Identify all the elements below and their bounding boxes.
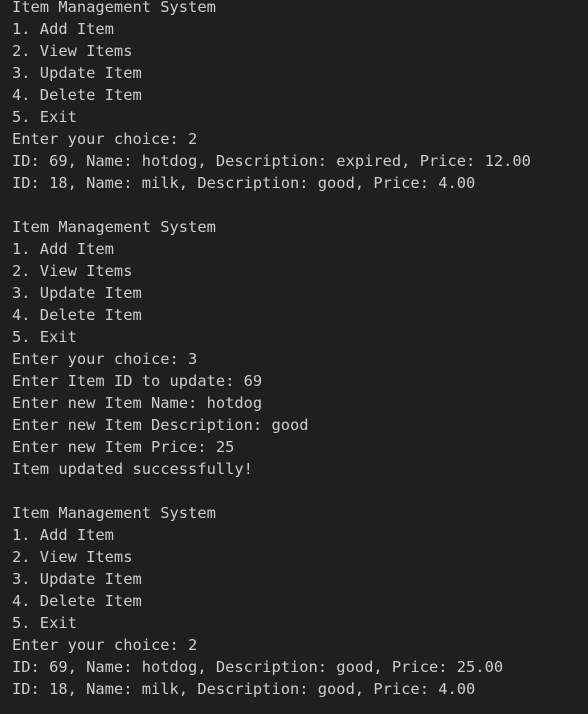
- terminal-line: 1. Add Item: [12, 20, 114, 38]
- terminal-line: Enter your choice: 2: [12, 130, 198, 148]
- terminal-line: 2. View Items: [12, 548, 133, 566]
- terminal-line: Enter new Item Description: good: [12, 416, 309, 434]
- terminal-line: 5. Exit: [12, 108, 77, 126]
- terminal-line: 3. Update Item: [12, 570, 142, 588]
- terminal-line: 3. Update Item: [12, 64, 142, 82]
- terminal-line: Enter new Item Price: 25: [12, 438, 235, 456]
- terminal-line: ID: 69, Name: hotdog, Description: expir…: [12, 152, 531, 170]
- terminal-window[interactable]: Item Management System 1. Add Item 2. Vi…: [0, 0, 588, 714]
- terminal-line: Item Management System: [12, 0, 216, 16]
- terminal-line: 3. Update Item: [12, 284, 142, 302]
- terminal-line: Item updated successfully!: [12, 460, 253, 478]
- terminal-line: Enter Item ID to update: 69: [12, 372, 263, 390]
- terminal-line: 4. Delete Item: [12, 592, 142, 610]
- terminal-line: Enter new Item Name: hotdog: [12, 394, 263, 412]
- terminal-line: Enter your choice: 3: [12, 350, 198, 368]
- terminal-output: Item Management System 1. Add Item 2. Vi…: [12, 0, 531, 700]
- terminal-line: ID: 18, Name: milk, Description: good, P…: [12, 680, 476, 698]
- terminal-line: 2. View Items: [12, 262, 133, 280]
- terminal-line: 4. Delete Item: [12, 306, 142, 324]
- terminal-line: 4. Delete Item: [12, 86, 142, 104]
- terminal-line: Item Management System: [12, 218, 216, 236]
- terminal-line: 1. Add Item: [12, 240, 114, 258]
- terminal-line: ID: 69, Name: hotdog, Description: good,…: [12, 658, 504, 676]
- terminal-line: ID: 18, Name: milk, Description: good, P…: [12, 174, 476, 192]
- terminal-line: Item Management System: [12, 504, 216, 522]
- terminal-line: 2. View Items: [12, 42, 133, 60]
- terminal-line: 5. Exit: [12, 614, 77, 632]
- terminal-line: 5. Exit: [12, 328, 77, 346]
- terminal-line: 1. Add Item: [12, 526, 114, 544]
- terminal-line: Enter your choice: 2: [12, 636, 198, 654]
